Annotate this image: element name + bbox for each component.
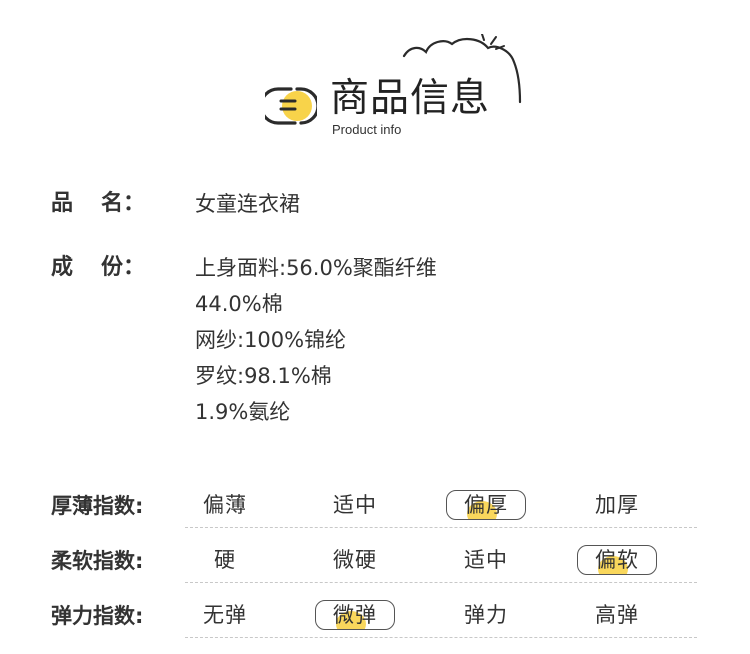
composition-label: 成份：: [51, 255, 146, 280]
scale-option-selected: 偏厚: [446, 488, 526, 522]
scale-option: 硬: [185, 543, 265, 577]
scale-option-label: 无弹: [203, 603, 247, 627]
scale-row: 弹力指数: 无弹 微弹 弹力 高弹: [0, 598, 750, 654]
composition-line: 网纱:100%锦纶: [195, 328, 347, 352]
scale-row: 柔软指数: 硬 微硬 适中 偏软: [0, 543, 750, 599]
scale-label: 厚薄指数:: [51, 494, 144, 518]
composition-line: 罗纹:98.1%棉: [195, 364, 332, 388]
scale-option: 加厚: [577, 488, 657, 522]
scale-option-label: 硬: [214, 548, 236, 572]
scale-option: 无弹: [185, 598, 265, 632]
scale-option-selected: 微弹: [315, 598, 395, 632]
scale-option-label: 微硬: [333, 548, 377, 572]
scale-option-label: 微弹: [333, 603, 377, 627]
dashed-divider: [185, 637, 697, 638]
scale-option: 适中: [446, 543, 526, 577]
name-value: 女童连衣裙: [195, 192, 300, 216]
composition-line: 上身面料:56.0%聚酯纤维: [195, 256, 437, 280]
scale-option-label: 弹力: [464, 603, 508, 627]
scale-option: 微硬: [315, 543, 395, 577]
scale-option-label: 加厚: [595, 493, 639, 517]
scale-option: 适中: [315, 488, 395, 522]
scale-option-label: 偏软: [595, 548, 639, 572]
dashed-divider: [185, 582, 697, 583]
dashed-divider: [185, 527, 697, 528]
scale-option: 偏薄: [185, 488, 265, 522]
scale-option: 弹力: [446, 598, 526, 632]
scale-option-label: 适中: [333, 493, 377, 517]
composition-line: 1.9%氨纶: [195, 400, 291, 424]
name-label: 品名：: [51, 191, 146, 216]
scale-row: 厚薄指数: 偏薄 适中 偏厚 加厚: [0, 488, 750, 544]
composition-line: 44.0%棉: [195, 292, 283, 316]
composition-list: 上身面料:56.0%聚酯纤维 44.0%棉 网纱:100%锦纶 罗纹:98.1%…: [195, 250, 437, 430]
scale-option: 高弹: [577, 598, 657, 632]
list-icon: [265, 87, 317, 125]
scale-option-label: 偏厚: [464, 493, 508, 517]
scale-label: 柔软指数:: [51, 549, 144, 573]
product-info-header: 商品信息 Product info: [0, 0, 750, 150]
page-subtitle: Product info: [332, 122, 402, 137]
scale-option-label: 适中: [464, 548, 508, 572]
scale-option-selected: 偏软: [577, 543, 657, 577]
scale-label: 弹力指数:: [51, 604, 144, 628]
scale-option-label: 偏薄: [203, 493, 247, 517]
page-title: 商品信息: [330, 76, 491, 121]
scale-option-label: 高弹: [595, 603, 639, 627]
